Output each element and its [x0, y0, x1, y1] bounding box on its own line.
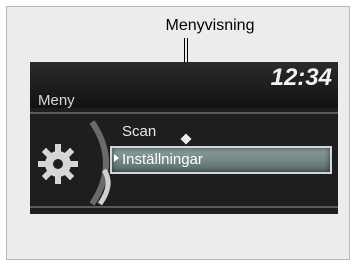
- callout-label: Menyvisning: [165, 17, 255, 34]
- menu-item-installningar[interactable]: Inställningar: [110, 146, 332, 174]
- separator: [30, 112, 338, 114]
- menu-item-label: Inställningar: [122, 151, 203, 168]
- separator: [30, 206, 338, 208]
- menu-title: Meny: [38, 92, 75, 109]
- selection-arrow-icon: [114, 154, 119, 162]
- clock: 12:34: [270, 64, 332, 91]
- menu-item-scan[interactable]: Scan: [122, 123, 156, 140]
